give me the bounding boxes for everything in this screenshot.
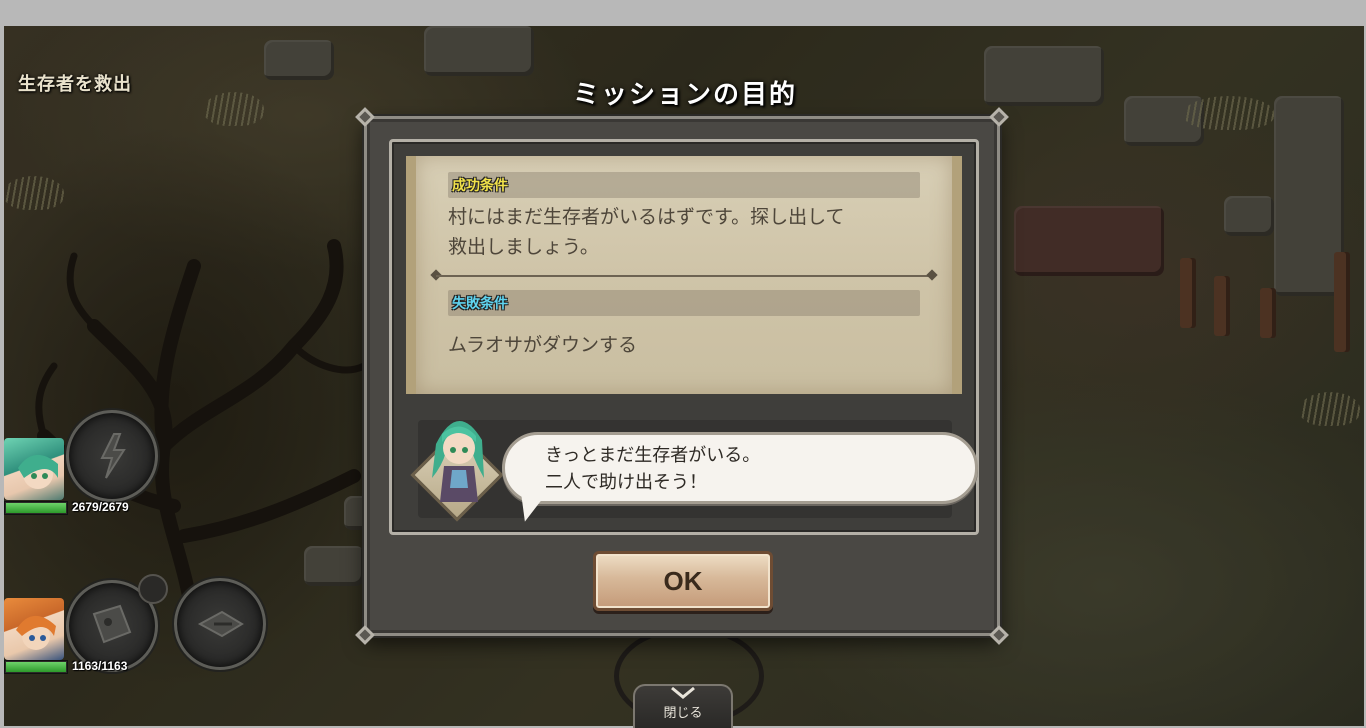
swap-icon[interactable] <box>138 574 168 604</box>
mission-name: 生存者を救出 <box>18 74 132 95</box>
objective-panel: 成功条件 村にはまだ生存者がいるはずです。探し出して 救出しましょう。 失敗条件… <box>389 139 979 535</box>
hp-bar-fill <box>6 503 66 513</box>
party-unit-2[interactable]: 1163/1163 <box>4 574 274 680</box>
dialog-title: ミッションの目的 <box>572 80 797 110</box>
failure-condition-text: ムラオサがダウンする <box>448 334 638 356</box>
heroine-chibi-icon <box>432 420 484 502</box>
shield-skill-icon <box>92 604 132 644</box>
hp-text: 2679/2679 <box>72 500 129 514</box>
heroine-face-icon <box>18 454 58 489</box>
conditions-parchment: 成功条件 村にはまだ生存者がいるはずです。探し出して 救出しましょう。 失敗条件… <box>406 156 962 394</box>
failure-condition-header: 失敗条件 <box>448 290 920 316</box>
mission-objective-dialog: 成功条件 村にはまだ生存者がいるはずです。探し出して 救出しましょう。 失敗条件… <box>355 107 1009 645</box>
speech-line-1: きっとまだ生存者がいる。 <box>545 445 761 466</box>
hp-text: 1163/1163 <box>72 659 128 673</box>
chevron-down-icon <box>671 686 695 699</box>
party-unit-1[interactable]: 2679/2679 <box>4 410 164 520</box>
lightning-skill-icon <box>100 433 126 479</box>
hero-portrait <box>4 598 64 660</box>
divider-ornament <box>926 269 938 281</box>
hp-bar-fill <box>6 662 66 672</box>
success-condition-text-line2: 救出しましょう。 <box>448 236 599 258</box>
speech-bubble-tail <box>515 495 541 525</box>
failure-condition-label: 失敗条件 <box>452 296 508 312</box>
sword-skill-icon <box>197 610 244 638</box>
speaker-portrait <box>410 404 506 524</box>
success-condition-text-line1: 村にはまだ生存者がいるはずです。探し出して <box>448 206 845 228</box>
close-tab[interactable]: 閉じる <box>633 684 733 728</box>
heroine-portrait <box>4 438 64 500</box>
speech-bubble: きっとまだ生存者がいる。 二人で助け出そう！ <box>502 432 978 504</box>
speech-text: きっとまだ生存者がいる。 二人で助け出そう！ <box>545 442 760 496</box>
hp-bar <box>4 501 68 515</box>
skill-button-1[interactable] <box>66 410 158 502</box>
success-condition-label: 成功条件 <box>452 178 508 194</box>
hero-face-icon <box>16 615 56 650</box>
section-divider <box>436 275 932 277</box>
speech-line-2: 二人で助け出そう！ <box>545 472 707 493</box>
skill-button-3[interactable] <box>174 578 266 670</box>
close-label: 閉じる <box>663 706 703 721</box>
hp-bar <box>4 660 68 674</box>
success-condition-header: 成功条件 <box>448 172 920 198</box>
ok-button[interactable]: OK <box>593 551 773 611</box>
